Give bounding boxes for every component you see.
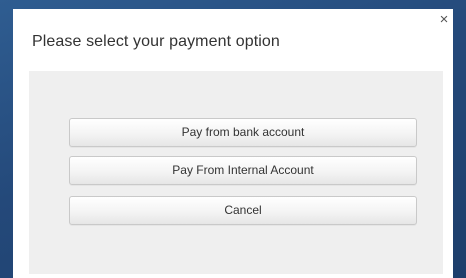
pay-from-bank-account-button[interactable]: Pay from bank account (69, 118, 417, 147)
options-panel: Pay from bank account Pay From Internal … (29, 71, 443, 274)
payment-option-dialog: × Please select your payment option Pay … (13, 9, 453, 278)
close-icon[interactable]: × (437, 12, 451, 28)
dialog-title: Please select your payment option (32, 33, 280, 50)
pay-from-internal-account-button[interactable]: Pay From Internal Account (69, 156, 417, 185)
cancel-button[interactable]: Cancel (69, 196, 417, 225)
